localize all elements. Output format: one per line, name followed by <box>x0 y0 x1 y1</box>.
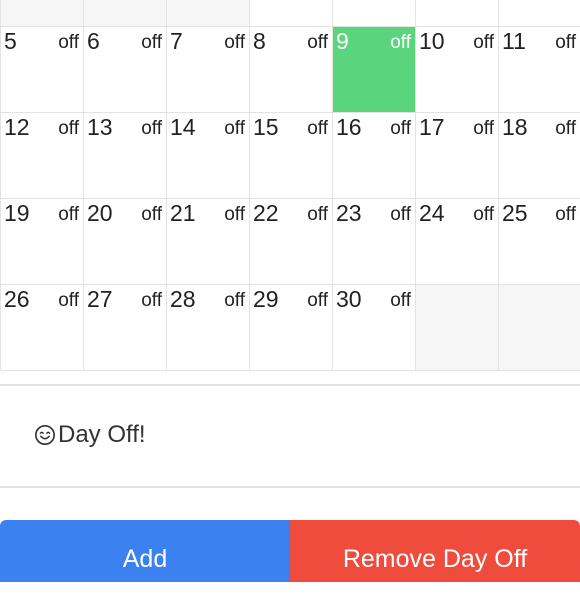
calendar-empty-cell <box>167 0 250 27</box>
off-label: off <box>141 118 162 139</box>
calendar-day-24[interactable]: 24 off <box>416 199 499 285</box>
off-label: off <box>307 290 328 311</box>
calendar-empty-cell <box>416 285 499 371</box>
off-label: off <box>555 204 576 225</box>
off-label: off <box>58 204 79 225</box>
day-number: 20 <box>87 200 113 226</box>
day-number: 27 <box>87 286 113 312</box>
off-label: off <box>390 32 411 53</box>
remove-day-off-button[interactable]: Remove Day Off <box>290 520 580 582</box>
calendar-day-30[interactable]: 30 off <box>333 285 416 371</box>
calendar-empty-cell <box>1 0 84 27</box>
day-number: 5 <box>4 28 17 54</box>
off-label: off <box>224 290 245 311</box>
day-number: 18 <box>502 114 528 140</box>
off-label: off <box>390 118 411 139</box>
off-label: off <box>224 118 245 139</box>
calendar-day-9[interactable]: 9 off <box>333 27 416 113</box>
calendar-day-12[interactable]: 12 off <box>1 113 84 199</box>
off-label: off <box>307 32 328 53</box>
calendar-day-19[interactable]: 19 off <box>1 199 84 285</box>
calendar-day-23[interactable]: 23 off <box>333 199 416 285</box>
calendar-day-6[interactable]: 6 off <box>84 27 167 113</box>
day-number: 9 <box>336 28 349 54</box>
calendar-day-20[interactable]: 20 off <box>84 199 167 285</box>
calendar-day-29[interactable]: 29 off <box>250 285 333 371</box>
off-label: off <box>224 32 245 53</box>
calendar-empty-cell <box>499 0 580 27</box>
calendar-day-11[interactable]: 11 off <box>499 27 580 113</box>
day-number: 24 <box>419 200 445 226</box>
note-text: Day Off! <box>58 421 146 448</box>
off-label: off <box>390 204 411 225</box>
off-label: off <box>555 118 576 139</box>
day-number: 6 <box>87 28 100 54</box>
off-label: off <box>307 118 328 139</box>
day-number: 30 <box>336 286 362 312</box>
calendar-day-22[interactable]: 22 off <box>250 199 333 285</box>
day-number: 13 <box>87 114 113 140</box>
calendar-day-14[interactable]: 14 off <box>167 113 250 199</box>
calendar-day-8[interactable]: 8 off <box>250 27 333 113</box>
calendar-day-15[interactable]: 15 off <box>250 113 333 199</box>
off-label: off <box>58 290 79 311</box>
calendar-grid: 5 off 6 off 7 off 8 off 9 off 10 off 11 off 12 off 13 off… <box>0 0 580 371</box>
calendar-day-28[interactable]: 28 off <box>167 285 250 371</box>
off-label: off <box>58 118 79 139</box>
calendar-day-10[interactable]: 10 off <box>416 27 499 113</box>
calendar-empty-cell <box>250 0 333 27</box>
add-button[interactable]: Add <box>0 520 290 582</box>
day-number: 21 <box>170 200 196 226</box>
day-number: 8 <box>253 28 266 54</box>
day-number: 14 <box>170 114 196 140</box>
divider-top <box>0 384 580 386</box>
day-number: 28 <box>170 286 196 312</box>
off-label: off <box>473 204 494 225</box>
calendar-empty-cell <box>333 0 416 27</box>
day-number: 15 <box>253 114 279 140</box>
day-number: 26 <box>4 286 30 312</box>
calendar-day-7[interactable]: 7 off <box>167 27 250 113</box>
day-number: 12 <box>4 114 30 140</box>
calendar-day-26[interactable]: 26 off <box>1 285 84 371</box>
day-number: 29 <box>253 286 279 312</box>
calendar-day-16[interactable]: 16 off <box>333 113 416 199</box>
off-label: off <box>555 32 576 53</box>
day-number: 22 <box>253 200 279 226</box>
smile-icon <box>35 425 55 445</box>
day-note: Day Off! <box>34 420 146 450</box>
calendar-empty-cell <box>499 285 580 371</box>
calendar-day-17[interactable]: 17 off <box>416 113 499 199</box>
calendar-day-21[interactable]: 21 off <box>167 199 250 285</box>
divider-bottom <box>0 486 580 488</box>
calendar-day-5[interactable]: 5 off <box>1 27 84 113</box>
calendar-empty-cell <box>416 0 499 27</box>
day-number: 16 <box>336 114 362 140</box>
off-label: off <box>141 290 162 311</box>
off-label: off <box>224 204 245 225</box>
off-label: off <box>390 290 411 311</box>
day-number: 10 <box>419 28 445 54</box>
calendar-empty-cell <box>84 0 167 27</box>
day-number: 23 <box>336 200 362 226</box>
calendar-day-13[interactable]: 13 off <box>84 113 167 199</box>
off-label: off <box>141 32 162 53</box>
off-label: off <box>473 118 494 139</box>
off-label: off <box>307 204 328 225</box>
day-number: 19 <box>4 200 30 226</box>
off-label: off <box>473 32 494 53</box>
off-label: off <box>58 32 79 53</box>
day-number: 17 <box>419 114 445 140</box>
off-label: off <box>141 204 162 225</box>
day-number: 25 <box>502 200 528 226</box>
calendar-day-25[interactable]: 25 off <box>499 199 580 285</box>
day-number: 7 <box>170 28 183 54</box>
calendar-day-18[interactable]: 18 off <box>499 113 580 199</box>
day-number: 11 <box>502 28 526 54</box>
calendar-day-27[interactable]: 27 off <box>84 285 167 371</box>
